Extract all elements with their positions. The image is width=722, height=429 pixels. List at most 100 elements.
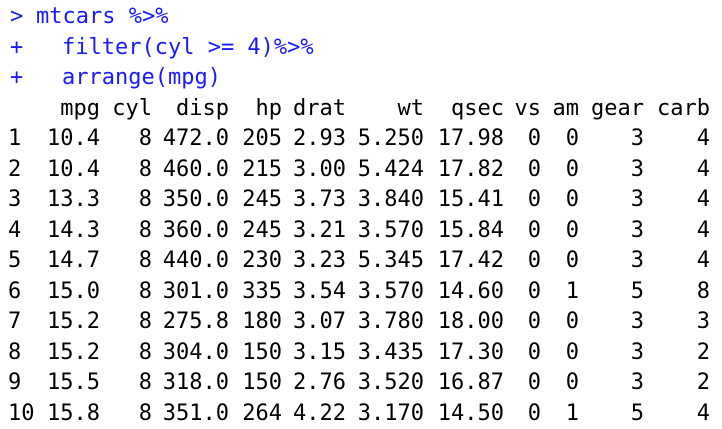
continuation-symbol: + — [10, 63, 23, 94]
cell-am: 0 — [566, 368, 579, 399]
cell-wt: 3.435 — [358, 338, 424, 369]
cell-am: 0 — [566, 307, 579, 338]
cell-drat: 3.00 — [293, 155, 346, 186]
cell-am: 1 — [566, 399, 579, 429]
column-header-carb: carb — [657, 94, 710, 125]
command-line: + arrange(mpg) — [0, 63, 722, 94]
r-console[interactable]: >mtcars %>%+filter(cyl >= 4)%>%+arrange(… — [0, 0, 722, 422]
row-name: 1 — [8, 124, 21, 155]
row-name: 5 — [8, 246, 21, 277]
cell-carb: 4 — [697, 399, 710, 429]
cell-cyl: 8 — [139, 399, 152, 429]
cell-disp: 460.0 — [163, 155, 229, 186]
cell-wt: 3.570 — [358, 277, 424, 308]
cell-gear: 3 — [631, 368, 644, 399]
column-header-mpg: mpg — [60, 94, 100, 125]
cell-disp: 360.0 — [163, 216, 229, 247]
cell-mpg: 10.4 — [47, 155, 100, 186]
row-name: 4 — [8, 216, 21, 247]
cell-hp: 245 — [242, 216, 282, 247]
cell-gear: 5 — [631, 277, 644, 308]
cell-cyl: 8 — [139, 338, 152, 369]
cell-qsec: 15.41 — [438, 185, 504, 216]
cell-gear: 3 — [631, 246, 644, 277]
table-row: 1015.88351.02644.223.17014.500154 — [0, 399, 722, 429]
cell-wt: 3.840 — [358, 185, 424, 216]
cell-mpg: 15.2 — [47, 307, 100, 338]
cell-qsec: 14.50 — [438, 399, 504, 429]
column-header-drat: drat — [293, 94, 346, 125]
command-block: >mtcars %>%+filter(cyl >= 4)%>%+arrange(… — [0, 2, 722, 94]
cell-am: 0 — [566, 216, 579, 247]
cell-wt: 3.170 — [358, 399, 424, 429]
column-header-vs: vs — [515, 94, 542, 125]
column-header-hp: hp — [256, 94, 283, 125]
cell-carb: 4 — [697, 185, 710, 216]
row-name: 10 — [8, 399, 35, 429]
cell-qsec: 17.98 — [438, 124, 504, 155]
cell-cyl: 8 — [139, 307, 152, 338]
cell-gear: 3 — [631, 124, 644, 155]
cell-hp: 205 — [242, 124, 282, 155]
cell-drat: 2.93 — [293, 124, 346, 155]
cell-qsec: 14.60 — [438, 277, 504, 308]
cell-wt: 3.780 — [358, 307, 424, 338]
cell-am: 0 — [566, 124, 579, 155]
cell-carb: 3 — [697, 307, 710, 338]
row-name: 7 — [8, 307, 21, 338]
column-header-disp: disp — [176, 94, 229, 125]
table-row: 210.48460.02153.005.42417.820034 — [0, 155, 722, 186]
cell-vs: 0 — [528, 307, 541, 338]
cell-am: 0 — [566, 185, 579, 216]
row-name: 2 — [8, 155, 21, 186]
continuation-symbol: + — [10, 33, 23, 64]
cell-drat: 3.54 — [293, 277, 346, 308]
cell-hp: 245 — [242, 185, 282, 216]
cell-hp: 230 — [242, 246, 282, 277]
cell-disp: 275.8 — [163, 307, 229, 338]
table-row: 715.28275.81803.073.78018.000033 — [0, 307, 722, 338]
cell-qsec: 17.82 — [438, 155, 504, 186]
cell-vs: 0 — [528, 185, 541, 216]
cell-wt: 3.570 — [358, 216, 424, 247]
cell-vs: 0 — [528, 246, 541, 277]
cell-cyl: 8 — [139, 246, 152, 277]
cell-vs: 0 — [528, 155, 541, 186]
cell-disp: 301.0 — [163, 277, 229, 308]
cell-wt: 5.345 — [358, 246, 424, 277]
row-name: 6 — [8, 277, 21, 308]
cell-qsec: 18.00 — [438, 307, 504, 338]
cell-mpg: 15.5 — [47, 368, 100, 399]
cell-mpg: 14.3 — [47, 216, 100, 247]
command-text: arrange(mpg) — [62, 63, 221, 94]
cell-qsec: 17.42 — [438, 246, 504, 277]
cell-carb: 4 — [697, 155, 710, 186]
row-name: 9 — [8, 368, 21, 399]
table-row: 514.78440.02303.235.34517.420034 — [0, 246, 722, 277]
cell-hp: 180 — [242, 307, 282, 338]
cell-mpg: 15.0 — [47, 277, 100, 308]
cell-gear: 3 — [631, 307, 644, 338]
cell-am: 0 — [566, 338, 579, 369]
table-row: 414.38360.02453.213.57015.840034 — [0, 216, 722, 247]
column-header-gear: gear — [591, 94, 644, 125]
cell-wt: 5.424 — [358, 155, 424, 186]
cell-mpg: 15.2 — [47, 338, 100, 369]
cell-disp: 472.0 — [163, 124, 229, 155]
table-row: 815.28304.01503.153.43517.300032 — [0, 338, 722, 369]
cell-drat: 3.15 — [293, 338, 346, 369]
cell-mpg: 14.7 — [47, 246, 100, 277]
cell-gear: 5 — [631, 399, 644, 429]
cell-carb: 4 — [697, 124, 710, 155]
cell-disp: 440.0 — [163, 246, 229, 277]
cell-hp: 150 — [242, 338, 282, 369]
cell-vs: 0 — [528, 399, 541, 429]
cell-carb: 4 — [697, 246, 710, 277]
cell-disp: 318.0 — [163, 368, 229, 399]
cell-vs: 0 — [528, 277, 541, 308]
cell-gear: 3 — [631, 216, 644, 247]
cell-cyl: 8 — [139, 124, 152, 155]
column-header-qsec: qsec — [451, 94, 504, 125]
table-header: mpgcyldisphpdratwtqsecvsamgearcarb — [0, 94, 722, 125]
cell-hp: 215 — [242, 155, 282, 186]
